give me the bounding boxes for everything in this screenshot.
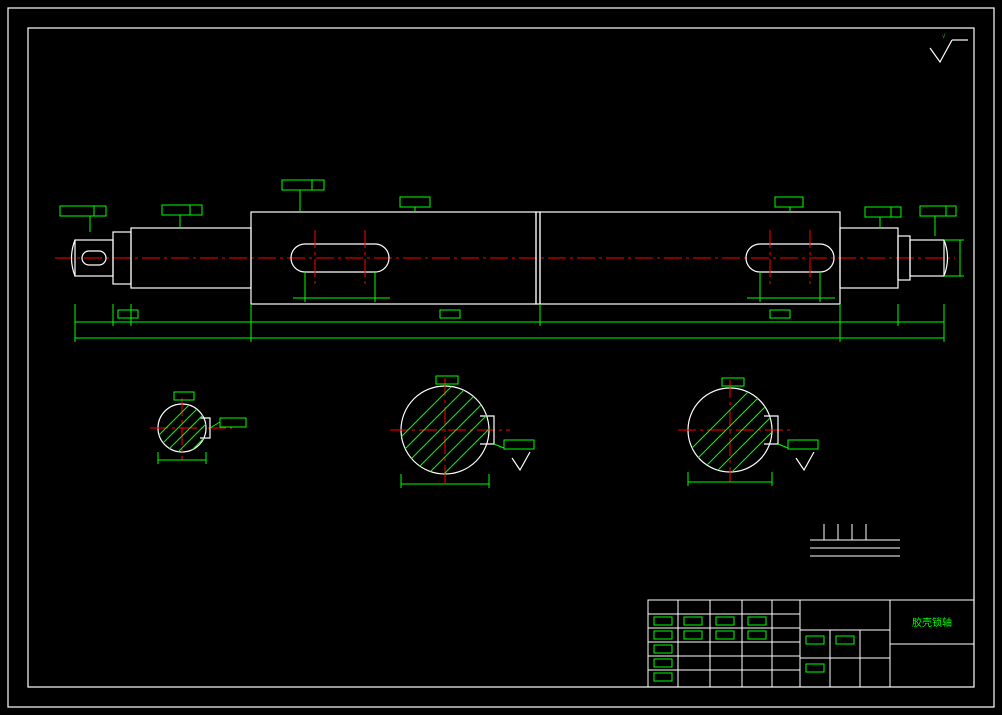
fcf-6: [865, 207, 901, 217]
page-border: [8, 8, 994, 707]
main-dimensions: [60, 180, 964, 342]
revision-block: [810, 524, 900, 556]
cad-drawing: √: [0, 0, 1002, 715]
fcf-1: [60, 206, 106, 216]
drawing-frame: [28, 28, 974, 687]
section-c: [678, 376, 818, 492]
surface-mark: √: [930, 33, 968, 62]
fcf-2: [162, 205, 202, 215]
svg-text:√: √: [942, 33, 946, 40]
fcf-7: [920, 206, 956, 216]
section-a: [150, 392, 246, 466]
drawing-title: 胶壳锁轴: [912, 616, 952, 629]
title-block: 胶壳锁轴: [648, 600, 974, 687]
fcf-4: [400, 197, 430, 207]
section-b: [384, 364, 534, 494]
fcf-3: [282, 180, 324, 190]
fcf-5: [775, 197, 803, 207]
